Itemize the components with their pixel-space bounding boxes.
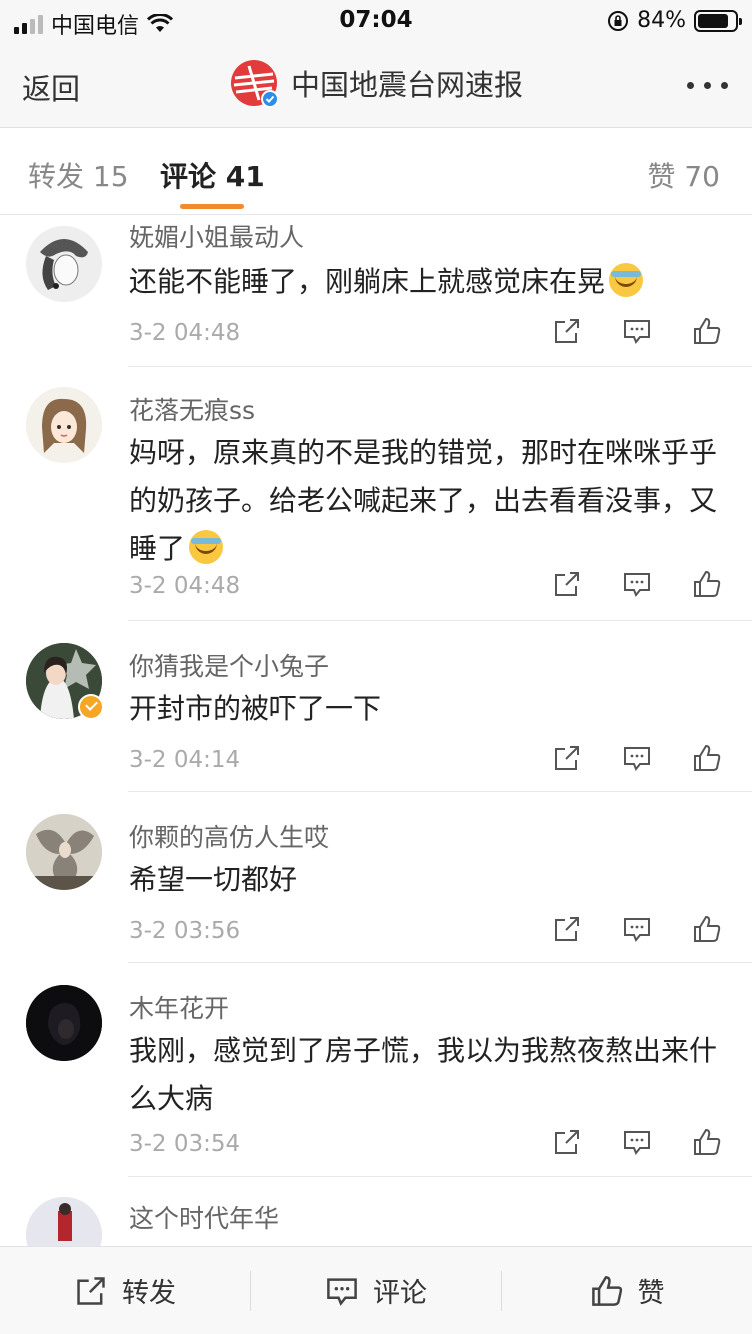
share-icon[interactable] — [552, 743, 582, 773]
share-icon[interactable] — [552, 914, 582, 944]
comment-actions — [552, 316, 722, 346]
share-icon[interactable] — [552, 316, 582, 346]
tab-repost-count: 15 — [92, 160, 129, 193]
tab-bar: 转发 15 评论 41 赞 70 — [0, 129, 752, 215]
like-button[interactable]: 赞 — [502, 1247, 752, 1334]
laugh-cry-emoji-icon — [609, 263, 644, 297]
status-right: 84% — [607, 8, 742, 33]
repost-label: 转发 — [122, 1278, 176, 1309]
verified-badge-icon — [78, 694, 104, 720]
like-label: 赞 — [637, 1278, 665, 1309]
reply-icon[interactable] — [622, 316, 652, 346]
comment-item: 木年花开 我刚，感觉到了房子慌，我以为我熬夜熬出来什么大病 3-2 03:54 — [0, 963, 752, 1177]
like-icon — [591, 1275, 622, 1306]
comment-item: 花落无痕ss 妈呀，原来真的不是我的错觉，那时在咪咪乎乎的奶孩子。给老公喊起来了… — [0, 367, 752, 621]
comment-text: 希望一切都好 — [129, 856, 724, 904]
like-icon[interactable] — [692, 316, 722, 346]
tab-comment-label: 评论 — [160, 160, 217, 193]
bottom-action-bar: 转发 评论 赞 — [0, 1246, 752, 1334]
comment-item: 你猜我是个小兔子 开封市的被吓了一下 3-2 04:14 — [0, 621, 752, 792]
comment-time: 3-2 03:54 — [129, 1131, 241, 1157]
comment-text-body: 还能不能睡了，刚躺床上就感觉床在晃 — [129, 265, 606, 298]
battery-percent: 84% — [637, 8, 686, 33]
seismic-network-logo-icon — [230, 60, 279, 108]
battery-fill — [698, 13, 729, 28]
nav-center: 中国地震台网速报 — [0, 58, 752, 108]
comment-username[interactable]: 花落无痕ss — [129, 391, 255, 427]
comment-time: 3-2 04:14 — [129, 747, 241, 773]
dot-icon — [721, 82, 728, 89]
reply-icon[interactable] — [622, 1127, 652, 1157]
rotation-lock-icon — [608, 10, 629, 31]
reply-icon[interactable] — [622, 569, 652, 599]
like-icon[interactable] — [692, 914, 722, 944]
reply-icon[interactable] — [622, 743, 652, 773]
comment-label: 评论 — [373, 1278, 427, 1309]
status-bar: 中国电信 07:04 84% — [0, 0, 752, 42]
avatar[interactable] — [26, 814, 102, 890]
comment-item: 这个时代年华 — [0, 1177, 752, 1246]
laugh-cry-emoji-icon — [189, 530, 224, 564]
dot-icon — [704, 82, 711, 89]
avatar[interactable] — [26, 387, 102, 463]
comment-text-body: 开封市的被吓了一下 — [129, 692, 382, 725]
comment-text-body: 希望一切都好 — [129, 863, 298, 896]
avatar-illustration-icon — [26, 387, 102, 463]
comment-actions — [552, 914, 722, 944]
comment-time: 3-2 04:48 — [129, 573, 241, 599]
tab-active-indicator — [180, 204, 244, 209]
page-title: 中国地震台网速报 — [290, 68, 523, 102]
comment-item: 你颗的高仿人生哎 希望一切都好 3-2 03:56 — [0, 792, 752, 963]
avatar[interactable] — [26, 1197, 102, 1246]
avatar-photo-icon — [26, 814, 102, 890]
battery-icon — [694, 9, 742, 32]
nav-bar: 返回 中国地震台网速报 — [0, 42, 752, 128]
more-options-button[interactable] — [687, 82, 728, 89]
comment-time: 3-2 04:48 — [129, 320, 241, 346]
repost-button[interactable]: 转发 — [0, 1247, 250, 1334]
comment-username[interactable]: 你颗的高仿人生哎 — [129, 818, 329, 854]
avatar-illustration-icon — [26, 226, 102, 302]
share-icon[interactable] — [552, 1127, 582, 1157]
avatar[interactable] — [26, 985, 102, 1061]
comment-text: 妈呀，原来真的不是我的错觉，那时在咪咪乎乎的奶孩子。给老公喊起来了，出去看看没事… — [129, 429, 724, 573]
comment-text: 开封市的被吓了一下 — [129, 685, 724, 733]
comment-text-body: 我刚，感觉到了房子慌，我以为我熬夜熬出来什么大病 — [129, 1034, 718, 1115]
tab-like-count: 70 — [684, 160, 720, 193]
like-icon[interactable] — [692, 569, 722, 599]
reply-icon — [327, 1277, 357, 1306]
avatar[interactable] — [26, 226, 102, 302]
comment-button[interactable]: 评论 — [251, 1247, 501, 1334]
dot-icon — [687, 82, 694, 89]
comment-actions — [552, 743, 722, 773]
reply-icon[interactable] — [622, 914, 652, 944]
like-icon[interactable] — [692, 1127, 722, 1157]
comment-text: 我刚，感觉到了房子慌，我以为我熬夜熬出来什么大病 — [129, 1027, 724, 1123]
share-icon[interactable] — [552, 569, 582, 599]
comment-username[interactable]: 你猜我是个小兔子 — [129, 647, 329, 683]
tab-repost[interactable]: 转发 15 — [28, 155, 129, 195]
tab-like-label: 赞 — [647, 160, 676, 193]
tab-repost-label: 转发 — [28, 160, 85, 193]
comment-actions — [552, 1127, 722, 1157]
comment-text: 还能不能睡了，刚躺床上就感觉床在晃 — [129, 258, 724, 306]
share-icon — [77, 1276, 105, 1305]
tab-comment-count: 41 — [225, 160, 265, 193]
comment-item: 妩媚小姐最动人 还能不能睡了，刚躺床上就感觉床在晃 3-2 04:48 — [0, 216, 752, 367]
avatar-photo-icon — [26, 1197, 102, 1246]
tab-comment[interactable]: 评论 41 — [160, 155, 265, 195]
tab-like[interactable]: 赞 70 — [647, 155, 720, 195]
like-icon[interactable] — [692, 743, 722, 773]
comment-username[interactable]: 妩媚小姐最动人 — [129, 218, 304, 254]
comment-time: 3-2 03:56 — [129, 918, 241, 944]
comment-actions — [552, 569, 722, 599]
comment-username[interactable]: 木年花开 — [129, 989, 229, 1025]
comment-username[interactable]: 这个时代年华 — [129, 1199, 279, 1235]
avatar-photo-icon — [26, 985, 102, 1061]
